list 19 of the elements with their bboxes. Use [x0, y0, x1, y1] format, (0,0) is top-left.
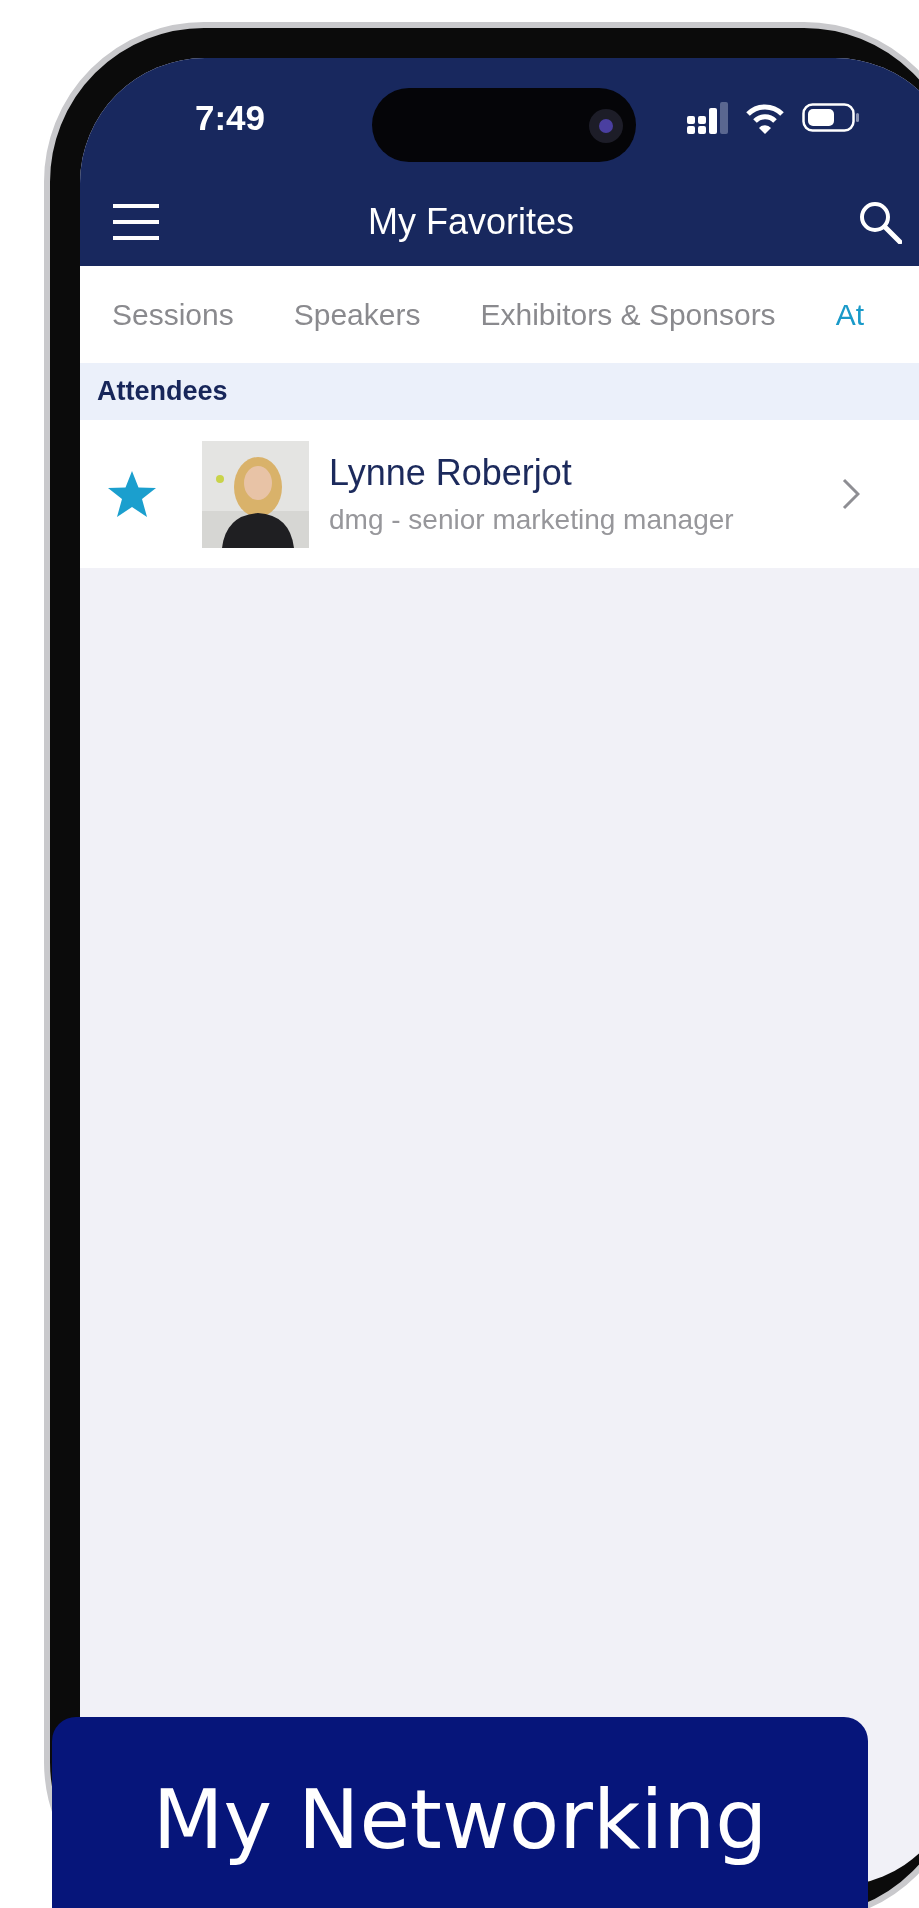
camera-icon — [588, 108, 624, 144]
battery-icon — [802, 103, 860, 133]
attendee-subtitle: dmg - senior marketing manager — [329, 504, 735, 536]
menu-icon[interactable] — [113, 204, 159, 240]
tab[interactable]: Sessions — [112, 297, 234, 332]
section-title: Attendees — [97, 376, 228, 407]
tab[interactable]: Exhibitors & Sponsors — [480, 297, 776, 332]
banner-title: My Networking — [152, 1771, 768, 1869]
wifi-icon — [746, 101, 784, 135]
attendee-row[interactable]: Lynne Roberjot dmg - senior marketing manager — [80, 420, 919, 568]
tab[interactable]: At — [835, 297, 864, 332]
status-time: 7:49 — [195, 98, 266, 138]
signal-icon — [687, 102, 728, 134]
screen-title: My Favorites — [366, 201, 575, 243]
tab[interactable]: Speakers — [293, 297, 421, 332]
search-icon[interactable] — [858, 200, 902, 244]
star-icon[interactable] — [106, 469, 158, 519]
attendee-name: Lynne Roberjot — [329, 452, 573, 494]
chevron-right-icon — [842, 478, 860, 510]
